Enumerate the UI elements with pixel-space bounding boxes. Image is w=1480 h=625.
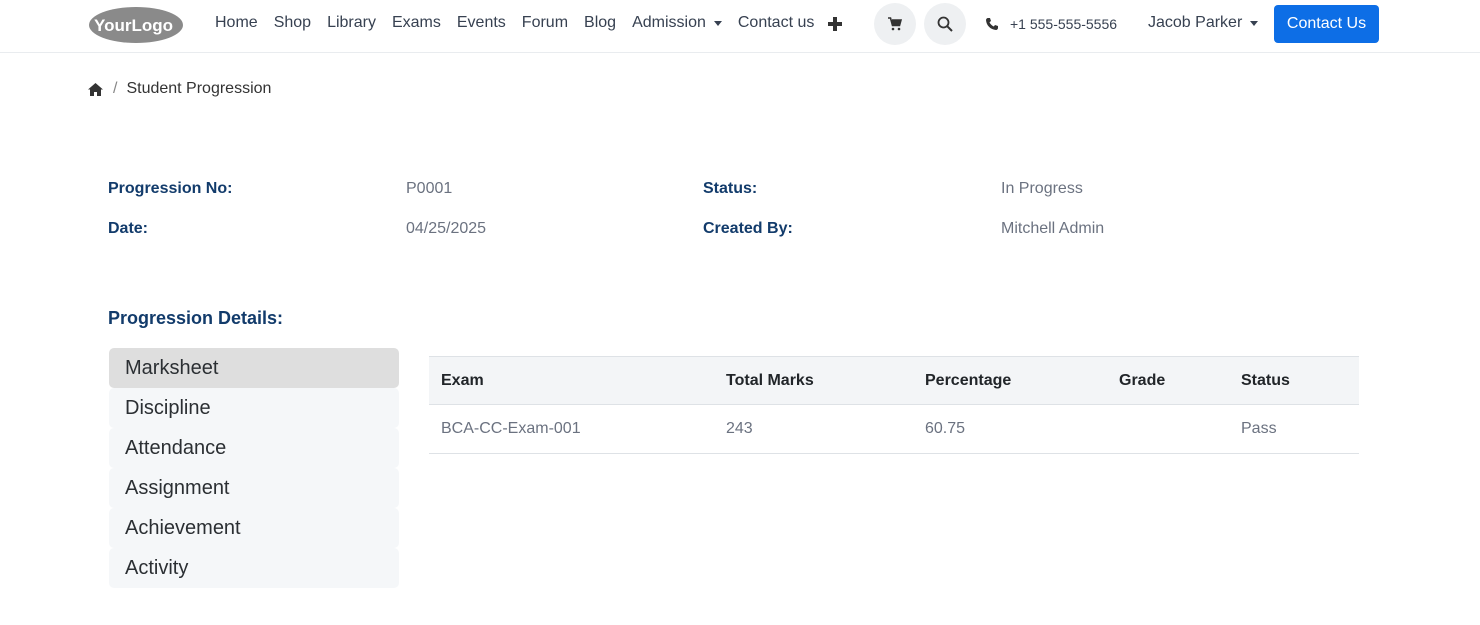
breadcrumb-current: Student Progression: [126, 80, 272, 97]
nav-blog[interactable]: Blog: [584, 14, 616, 32]
nav-admission-label: Admission: [632, 14, 706, 31]
tab-assignment[interactable]: Assignment: [109, 468, 399, 508]
svg-text:YourLogo: YourLogo: [94, 16, 173, 35]
tab-achievement[interactable]: Achievement: [109, 508, 399, 548]
search-button[interactable]: [924, 3, 966, 45]
nav-admission-dropdown[interactable]: Admission: [632, 14, 722, 32]
created-by-label: Created By:: [703, 220, 793, 237]
cell-status: Pass: [1241, 420, 1277, 437]
plus-icon[interactable]: [827, 13, 843, 33]
breadcrumb-separator: /: [113, 80, 118, 97]
progression-tabs: Marksheet Discipline Attendance Assignme…: [109, 348, 399, 588]
table-row[interactable]: BCA-CC-Exam-001 243 60.75 Pass: [429, 405, 1359, 454]
progression-no-value: P0001: [406, 180, 453, 197]
home-icon[interactable]: [88, 82, 103, 96]
column-header-total-marks: Total Marks: [726, 372, 814, 389]
user-name: Jacob Parker: [1148, 14, 1243, 31]
breadcrumb: / Student Progression: [88, 78, 271, 100]
cell-exam: BCA-CC-Exam-001: [441, 420, 581, 437]
nav-events[interactable]: Events: [457, 14, 506, 32]
nav-library[interactable]: Library: [327, 14, 376, 32]
nav-contact-us[interactable]: Contact us: [738, 14, 814, 32]
status-value: In Progress: [1001, 180, 1083, 197]
phone-link[interactable]: +1 555-555-5556: [985, 14, 1117, 34]
contact-us-button[interactable]: Contact Us: [1274, 5, 1379, 43]
phone-number: +1 555-555-5556: [1010, 16, 1118, 32]
tab-discipline[interactable]: Discipline: [109, 388, 399, 428]
column-header-exam: Exam: [441, 372, 484, 389]
marksheet-table: Exam Total Marks Percentage Grade Status…: [429, 356, 1359, 454]
user-menu[interactable]: Jacob Parker: [1148, 12, 1259, 34]
progression-no-label: Progression No:: [108, 180, 233, 197]
column-header-percentage: Percentage: [925, 372, 1012, 389]
main-nav: Home Shop Library Exams Events Forum Blo…: [215, 0, 830, 46]
tab-activity[interactable]: Activity: [109, 548, 399, 588]
nav-exams[interactable]: Exams: [392, 14, 441, 32]
column-header-status: Status: [1241, 372, 1290, 389]
nav-forum[interactable]: Forum: [522, 14, 568, 32]
search-icon: [937, 16, 953, 32]
tab-marksheet[interactable]: Marksheet: [109, 348, 399, 388]
tab-attendance[interactable]: Attendance: [109, 428, 399, 468]
status-label: Status:: [703, 180, 758, 197]
nav-shop[interactable]: Shop: [274, 14, 311, 32]
table-header-row: Exam Total Marks Percentage Grade Status: [429, 356, 1359, 405]
cart-button[interactable]: [874, 3, 916, 45]
chevron-down-icon: [713, 21, 722, 26]
progression-details-title: Progression Details:: [108, 308, 284, 328]
nav-home[interactable]: Home: [215, 14, 258, 32]
cell-percentage: 60.75: [925, 420, 966, 437]
logo[interactable]: YourLogo: [88, 6, 184, 44]
top-navbar: YourLogo Home Shop Library Exams Events …: [0, 0, 1480, 53]
chevron-down-icon: [1250, 21, 1259, 26]
cell-total-marks: 243: [726, 420, 753, 437]
created-by-value: Mitchell Admin: [1001, 220, 1105, 237]
date-value: 04/25/2025: [406, 220, 487, 237]
phone-icon: [986, 18, 998, 30]
date-label: Date:: [108, 220, 149, 237]
cart-icon: [888, 17, 902, 31]
column-header-grade: Grade: [1119, 372, 1166, 389]
